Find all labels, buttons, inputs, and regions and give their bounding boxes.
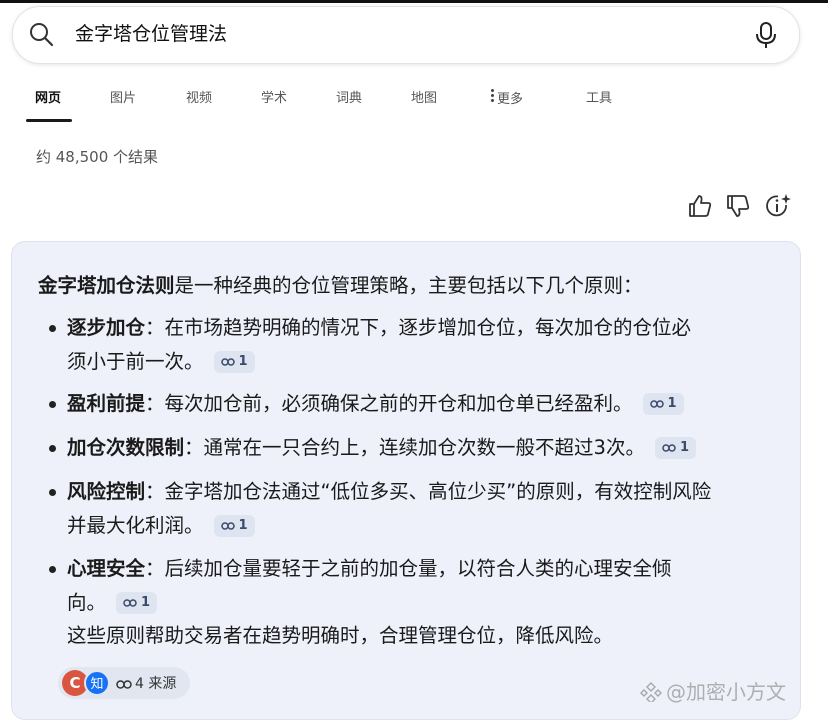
- microphone-icon[interactable]: [753, 20, 779, 50]
- link-icon: [220, 358, 235, 366]
- tab-academic[interactable]: 学术: [261, 87, 287, 106]
- active-tab-indicator: [26, 119, 72, 122]
- thumbs-down-icon[interactable]: [724, 192, 752, 220]
- list-item: 风险控制：金字塔加仓法通过“低位多买、高位少买”的原则，有效控制风险 并最大化利…: [49, 475, 767, 543]
- bullet-separator: ：: [145, 316, 165, 339]
- citation-number: 1: [238, 354, 248, 369]
- bullet-title: 加仓次数限制: [67, 436, 185, 459]
- citation-number: 1: [667, 396, 677, 411]
- link-icon: [220, 522, 235, 530]
- sources-label: 4 来源: [116, 673, 176, 693]
- bullet-title: 风险控制: [67, 480, 146, 503]
- bullet-text-cont: 并最大化利润。: [67, 514, 204, 537]
- bullet-separator: ：: [145, 557, 165, 580]
- bullet-text: 金字塔加仓法通过“低位多买、高位少买”的原则，有效控制风险: [164, 480, 712, 503]
- citation-number: 1: [238, 518, 248, 533]
- link-icon: [649, 400, 664, 408]
- top-edge: [0, 0, 828, 3]
- watermark-text: @加密小方文: [666, 680, 786, 704]
- tab-more-label: 更多: [497, 92, 524, 107]
- bullet-separator: ：: [184, 436, 204, 459]
- ai-info-icon[interactable]: [764, 192, 792, 220]
- bullet-dot: [49, 489, 56, 496]
- tab-tools[interactable]: 工具: [586, 87, 612, 106]
- sources-count: 4 来源: [135, 676, 177, 692]
- source-zhihu-icon: 知: [84, 670, 110, 696]
- bullet-separator: ：: [145, 480, 165, 503]
- bullet-title: 盈利前提: [67, 392, 146, 415]
- bullet-text: 每次加仓前，必须确保之前的开仓和加仓单已经盈利。: [164, 392, 633, 415]
- link-icon: [116, 680, 132, 689]
- link-icon: [123, 599, 137, 607]
- list-item: 盈利前提：每次加仓前，必须确保之前的开仓和加仓单已经盈利。 1: [49, 387, 767, 421]
- citation-badge[interactable]: 1: [642, 393, 684, 415]
- bullet-dot: [49, 401, 56, 408]
- bullet-title: 心理安全: [67, 557, 146, 580]
- tab-more[interactable]: 更多: [491, 87, 523, 107]
- citation-badge[interactable]: 1: [116, 592, 158, 614]
- link-icon: [662, 444, 676, 452]
- bullet-text: 在市场趋势明确的情况下，逐步增加仓位，每次加仓的仓位必: [164, 316, 692, 339]
- list-item: 心理安全：后续加仓量要轻于之前的加仓量，以符合人类的心理安全倾 向。 1: [49, 552, 767, 620]
- tab-images[interactable]: 图片: [110, 87, 136, 106]
- list-item: 逐步加仓：在市场趋势明确的情况下，逐步增加仓位，每次加仓的仓位必 须小于前一次。…: [49, 311, 767, 379]
- answer-intro-text: 是一种经典的仓位管理策略，主要包括以下几个原则：: [174, 274, 643, 297]
- bullet-text: 通常在一只合约上，连续加仓次数一般不超过3次。: [203, 436, 645, 459]
- watermark: @加密小方文: [640, 676, 786, 705]
- bullet-text-cont: 须小于前一次。: [67, 350, 204, 373]
- answer-summary: 这些原则帮助交易者在趋势明确时，合理管理仓位，降低风险。: [67, 624, 614, 647]
- sources-button[interactable]: C 知 4 来源: [58, 667, 190, 699]
- bullet-dot: [49, 566, 56, 573]
- tab-videos[interactable]: 视频: [186, 87, 212, 106]
- bullet-text-cont: 向。: [67, 591, 107, 614]
- list-item: 加仓次数限制：通常在一只合约上，连续加仓次数一般不超过3次。 1: [49, 431, 767, 465]
- result-count: 约 48,500 个结果: [36, 148, 159, 166]
- search-icon: [30, 23, 54, 47]
- more-vertical-icon: [491, 87, 494, 104]
- bullet-text: 后续加仓量要轻于之前的加仓量，以符合人类的心理安全倾: [164, 557, 672, 580]
- search-input[interactable]: 金字塔仓位管理法: [75, 21, 227, 47]
- thumbs-up-icon[interactable]: [686, 192, 714, 220]
- tab-maps[interactable]: 地图: [411, 87, 437, 106]
- citation-badge[interactable]: 1: [213, 515, 255, 537]
- citation-number: 1: [679, 440, 689, 455]
- tab-web[interactable]: 网页: [35, 87, 61, 106]
- bullet-title: 逐步加仓: [67, 316, 146, 339]
- binance-logo-icon: [640, 682, 662, 704]
- search-bar[interactable]: 金字塔仓位管理法: [12, 6, 800, 64]
- search-tabs: 网页 图片 视频 学术 词典 地图 更多 工具: [0, 78, 828, 122]
- citation-badge[interactable]: 1: [213, 351, 255, 373]
- ai-answer-card: 金字塔加仓法则是一种经典的仓位管理策略，主要包括以下几个原则： 逐步加仓：在市场…: [11, 241, 801, 720]
- bullet-dot: [49, 445, 56, 452]
- citation-number: 1: [141, 595, 151, 610]
- answer-intro: 金字塔加仓法则是一种经典的仓位管理策略，主要包括以下几个原则：: [38, 270, 778, 302]
- bullet-dot: [49, 325, 56, 332]
- tab-dictionary[interactable]: 词典: [336, 87, 362, 106]
- answer-intro-bold: 金字塔加仓法则: [38, 274, 175, 297]
- citation-badge[interactable]: 1: [654, 437, 696, 459]
- bullet-separator: ：: [145, 392, 165, 415]
